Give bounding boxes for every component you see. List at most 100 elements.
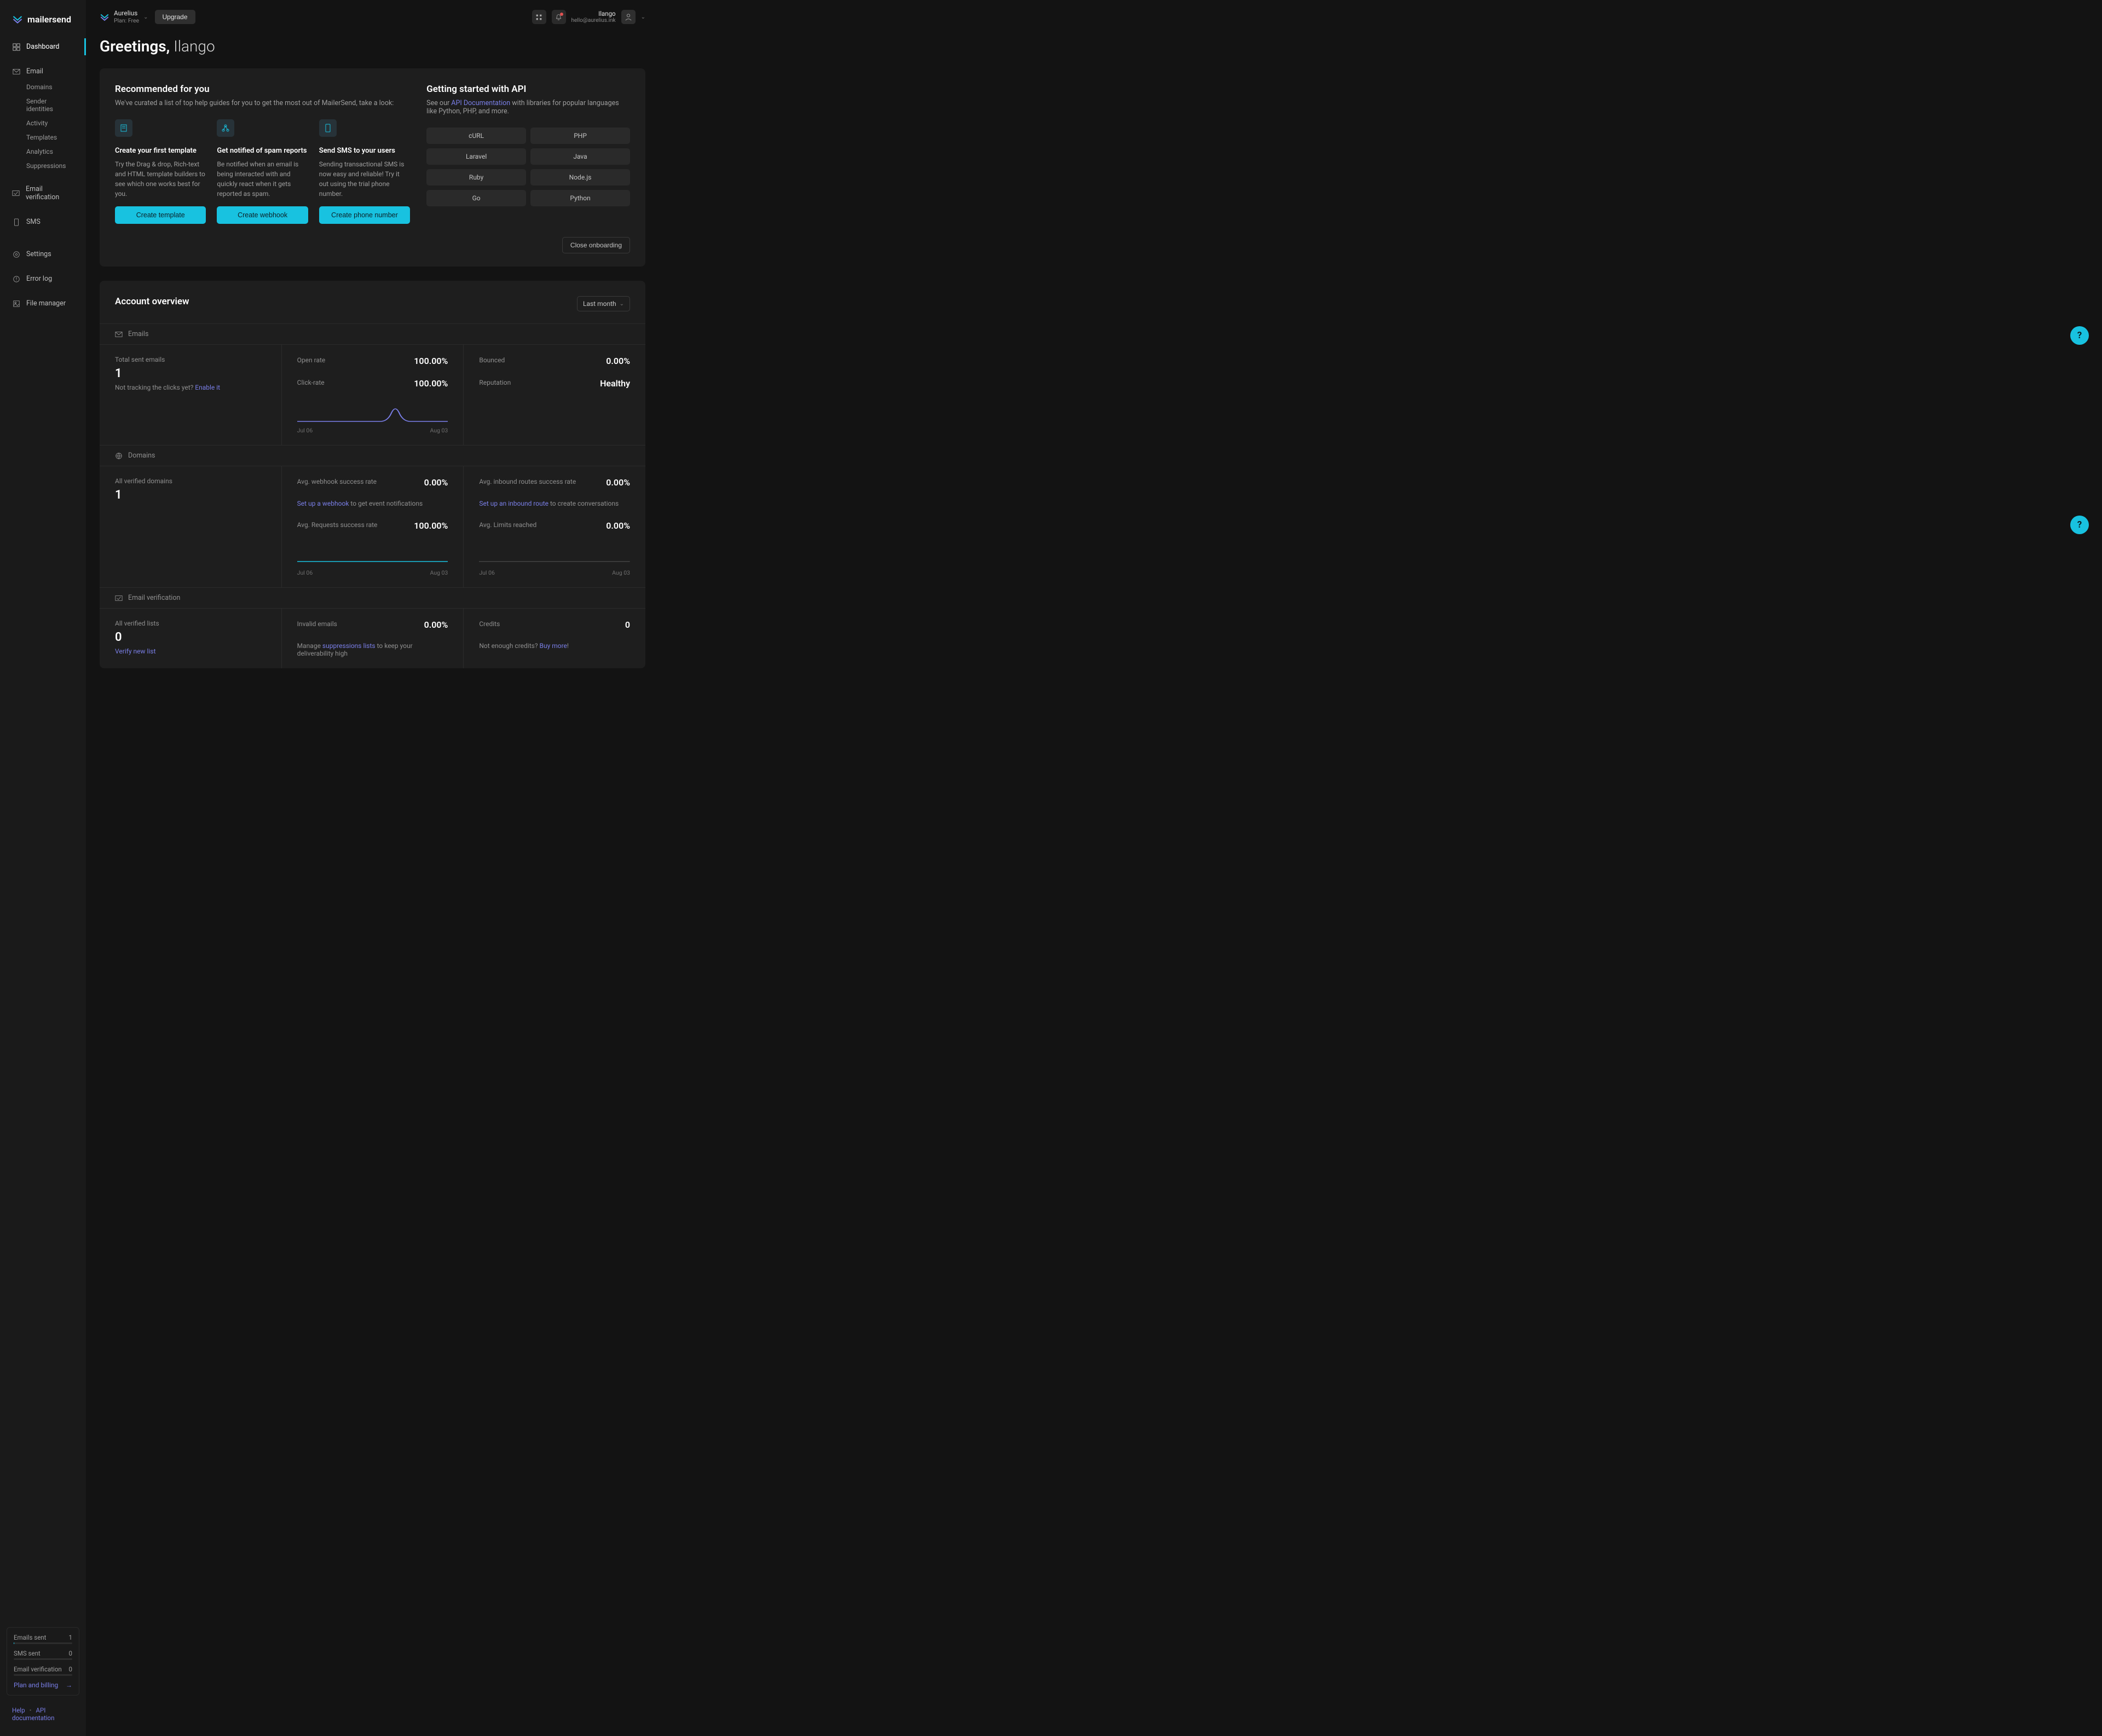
lang-ruby[interactable]: Ruby [426, 169, 526, 186]
recommended-title: Recommended for you [115, 84, 410, 95]
usage-sms-bar [14, 1658, 72, 1660]
open-rate-value: 100.00% [414, 356, 448, 366]
account-name: Aurelius [114, 10, 139, 17]
nav-error-log[interactable]: Error log [0, 270, 86, 287]
account-overview-title: Account overview [115, 296, 189, 307]
nav-dashboard[interactable]: Dashboard [0, 38, 86, 55]
verified-lists-value: 0 [115, 630, 266, 644]
verified-domains-value: 1 [115, 488, 266, 502]
api-documentation-link[interactable]: API Documentation [451, 99, 510, 107]
nav-activity[interactable]: Activity [0, 116, 86, 130]
inbound-hint: Set up an inbound route to create conver… [479, 500, 630, 507]
credits-label: Credits [479, 620, 500, 628]
globe-icon [115, 452, 123, 460]
folder-icon [12, 299, 20, 308]
lang-laravel[interactable]: Laravel [426, 148, 526, 165]
limits-sparkline: Jul 06Aug 03 [479, 545, 630, 576]
nav-dashboard-label: Dashboard [26, 43, 59, 51]
user-icon [625, 13, 632, 21]
account-overview-panel: Account overview Last month⌄ Emails Tota… [100, 281, 645, 668]
card-template-title: Create your first template [115, 147, 206, 155]
nav-domains[interactable]: Domains [0, 80, 86, 94]
card-webhook: Get notified of spam reports Be notified… [217, 119, 308, 224]
date-filter-dropdown[interactable]: Last month⌄ [577, 296, 630, 311]
upgrade-button[interactable]: Upgrade [155, 10, 195, 24]
webhook-rate-value: 0.00% [424, 477, 448, 488]
account-switcher[interactable]: Aurelius Plan: Free ⌄ [100, 10, 148, 24]
lang-go[interactable]: Go [426, 190, 526, 206]
account-plan: Plan: Free [114, 17, 139, 24]
total-sent-value: 1 [115, 367, 266, 380]
help-fab[interactable]: ? [2070, 326, 2089, 345]
chevron-down-icon: ⌄ [620, 301, 624, 307]
nav-sms-label: SMS [26, 218, 41, 226]
usage-emails-value: 1 [69, 1634, 72, 1641]
nav-sms[interactable]: SMS [0, 213, 86, 230]
buy-more-link[interactable]: Buy more [539, 642, 567, 650]
notifications-button[interactable] [552, 10, 566, 24]
credits-value: 0 [625, 620, 630, 630]
dashboard-icon [12, 43, 20, 51]
verified-domains-label: All verified domains [115, 477, 266, 485]
nav-suppressions[interactable]: Suppressions [0, 159, 86, 173]
suppressions-lists-link[interactable]: suppressions lists [322, 642, 376, 650]
setup-inbound-link[interactable]: Set up an inbound route [479, 500, 548, 507]
card-webhook-title: Get notified of spam reports [217, 147, 308, 155]
lang-curl[interactable]: cURL [426, 128, 526, 144]
sidebar-footer: Help•API documentation [0, 1703, 86, 1725]
setup-webhook-link[interactable]: Set up a webhook [297, 500, 349, 507]
plan-billing-link[interactable]: Plan and billing→ [14, 1681, 72, 1689]
getting-started-text: See our API Documentation with libraries… [426, 99, 630, 115]
credits-hint: Not enough credits? Buy more! [479, 642, 630, 650]
nav-settings[interactable]: Settings [0, 246, 86, 263]
help-link[interactable]: Help [12, 1706, 25, 1714]
open-rate-label: Open rate [297, 356, 326, 364]
webhook-hint: Set up a webhook to get event notificati… [297, 500, 448, 507]
webhook-icon [217, 119, 234, 137]
verify-new-list-link[interactable]: Verify new list [115, 647, 156, 655]
click-rate-label: Click-rate [297, 379, 325, 386]
lang-php[interactable]: PHP [530, 128, 630, 144]
sms-icon [12, 218, 20, 226]
nav-sender-identities[interactable]: Sender identities [0, 94, 86, 116]
nav-file-manager[interactable]: File manager [0, 295, 86, 312]
enable-tracking-link[interactable]: Enable it [195, 384, 220, 391]
nav-email[interactable]: Email [0, 63, 86, 80]
lang-python[interactable]: Python [530, 190, 630, 206]
user-menu[interactable] [621, 10, 636, 24]
usage-ev-value: 0 [69, 1665, 72, 1673]
help-fab[interactable]: ? [2070, 516, 2089, 534]
create-template-button[interactable]: Create template [115, 206, 206, 224]
mailersend-logo-icon [12, 14, 23, 25]
nav-templates[interactable]: Templates [0, 130, 86, 144]
nav-email-verification[interactable]: Email verification [0, 181, 86, 206]
email-icon [12, 67, 20, 76]
nav-analytics-sub[interactable]: Analytics [0, 144, 86, 159]
verify-icon [12, 189, 20, 198]
card-template-text: Try the Drag & drop, Rich-text and HTML … [115, 159, 206, 199]
close-onboarding-button[interactable]: Close onboarding [562, 237, 630, 253]
inbound-rate-value: 0.00% [606, 477, 630, 488]
create-phone-number-button[interactable]: Create phone number [319, 206, 410, 224]
click-rate-value: 100.00% [414, 378, 448, 389]
reputation-value: Healthy [600, 378, 630, 389]
card-webhook-text: Be notified when an email is being inter… [217, 159, 308, 199]
onboarding-panel: Recommended for you We've curated a list… [100, 68, 645, 267]
create-webhook-button[interactable]: Create webhook [217, 206, 308, 224]
lang-java[interactable]: Java [530, 148, 630, 165]
usage-card: Emails sent1 SMS sent0 Email verificatio… [7, 1627, 79, 1696]
requests-sparkline: Jul 06Aug 03 [297, 545, 448, 576]
apps-icon-button[interactable] [532, 10, 546, 24]
logo[interactable]: mailersend [0, 14, 86, 38]
section-header-domains: Domains [100, 445, 645, 466]
sidebar: mailersend Dashboard Email Domains Sende… [0, 0, 86, 1736]
requests-rate-value: 100.00% [414, 520, 448, 531]
getting-started-title: Getting started with API [426, 84, 630, 95]
template-icon [115, 119, 132, 137]
usage-emails-label: Emails sent [14, 1634, 46, 1641]
invalid-hint: Manage suppressions lists to keep your d… [297, 642, 448, 657]
verified-lists-label: All verified lists [115, 620, 266, 627]
lang-nodejs[interactable]: Node.js [530, 169, 630, 186]
reputation-label: Reputation [479, 379, 511, 386]
nav-ev-label: Email verification [26, 185, 74, 201]
